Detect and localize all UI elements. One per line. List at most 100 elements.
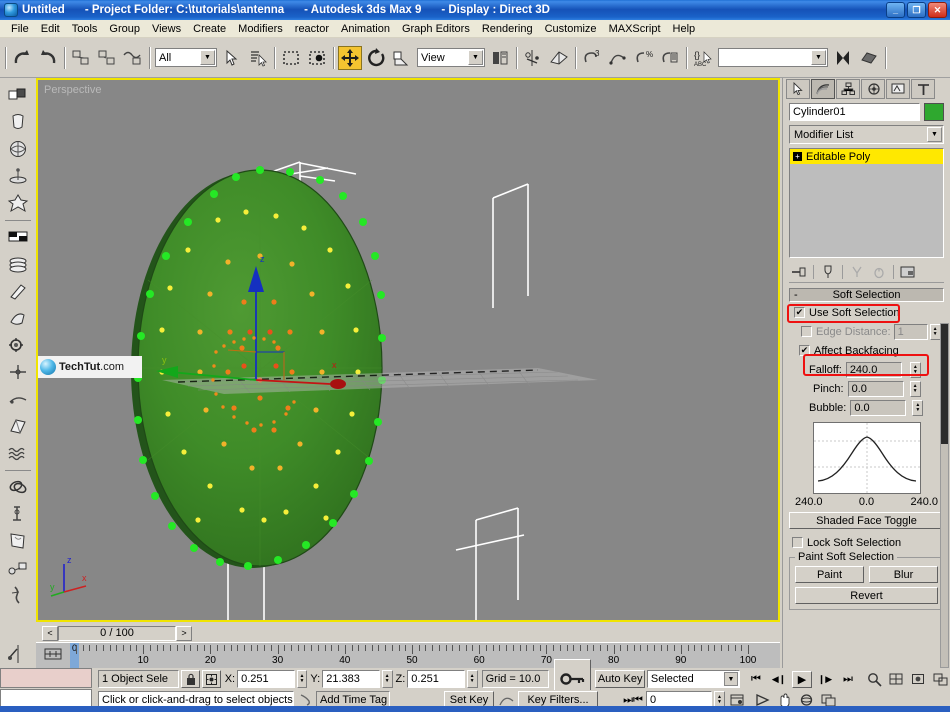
- y-value-input[interactable]: 21.383: [322, 670, 380, 688]
- z-value-input[interactable]: 0.251: [407, 670, 465, 688]
- bind-to-space-warp-icon[interactable]: [121, 46, 145, 70]
- modifier-list-dropdown[interactable]: Modifier List ▼: [789, 125, 944, 144]
- menu-edit[interactable]: Edit: [35, 22, 66, 36]
- align-icon[interactable]: [547, 46, 571, 70]
- goto-start-button[interactable]: ⏮: [746, 671, 766, 688]
- chevron-down-icon[interactable]: ▼: [724, 672, 738, 686]
- menu-file[interactable]: File: [5, 22, 35, 36]
- menu-group[interactable]: Group: [103, 22, 146, 36]
- surface-tools-icon[interactable]: [5, 528, 31, 554]
- curve-editor-icon[interactable]: [606, 46, 630, 70]
- select-object-icon[interactable]: [220, 46, 244, 70]
- select-and-move-icon[interactable]: [338, 45, 362, 70]
- patch-grids-icon[interactable]: [5, 190, 31, 216]
- mirror-bottom-icon[interactable]: [0, 640, 36, 668]
- motion-tab[interactable]: [861, 79, 885, 99]
- unlink-selection-icon[interactable]: [95, 46, 119, 70]
- falloff-row[interactable]: Falloff: 240.0 ▲ ▼: [789, 361, 944, 378]
- chevron-down-icon[interactable]: ▼: [468, 50, 483, 65]
- lock-soft-selection-checkbox[interactable]: [792, 537, 803, 548]
- hierarchy-tab[interactable]: [836, 79, 860, 99]
- falloff-input[interactable]: 240.0: [845, 361, 902, 378]
- redo-icon[interactable]: [36, 46, 60, 70]
- chevron-down-icon[interactable]: ▼: [811, 50, 826, 65]
- absolute-relative-toggle-icon[interactable]: [201, 670, 221, 688]
- lock-soft-selection-row[interactable]: Lock Soft Selection: [789, 534, 944, 551]
- zoom-region-icon[interactable]: [930, 670, 950, 688]
- edge-distance-row[interactable]: Edge Distance: 1 ▲ ▼: [789, 323, 944, 340]
- extended-primitives-icon[interactable]: [5, 109, 31, 135]
- prev-frame-arrow[interactable]: <: [42, 625, 58, 641]
- make-unique-icon[interactable]: [847, 263, 867, 281]
- lock-selection-icon[interactable]: [181, 670, 200, 688]
- show-end-result-icon[interactable]: [818, 263, 838, 281]
- remove-modifier-icon[interactable]: [869, 263, 889, 281]
- systems-icon[interactable]: [5, 582, 31, 608]
- previous-frame-button[interactable]: ◀❙: [769, 671, 789, 688]
- mini-listener-pink[interactable]: [0, 668, 92, 688]
- pin-stack-icon[interactable]: [789, 263, 809, 281]
- z-spinner[interactable]: ▲ ▼: [466, 670, 478, 688]
- select-and-scale-icon[interactable]: [390, 46, 414, 70]
- configure-modifier-sets-icon[interactable]: [898, 263, 918, 281]
- menu-reactor[interactable]: reactor: [289, 22, 335, 36]
- goto-end-button[interactable]: ⏭: [838, 671, 858, 688]
- lights-icon[interactable]: [5, 386, 31, 412]
- command-panel-scrollbar[interactable]: [940, 323, 949, 668]
- gear-helpers-icon[interactable]: [5, 332, 31, 358]
- x-spinner[interactable]: ▲ ▼: [296, 670, 308, 688]
- cameras-icon[interactable]: [5, 359, 31, 385]
- menu-create[interactable]: Create: [187, 22, 232, 36]
- affect-backfacing-row[interactable]: ✔ Affect Backfacing: [789, 342, 944, 359]
- close-button[interactable]: ✕: [928, 2, 947, 18]
- layer-manager-icon[interactable]: 3: [580, 46, 604, 70]
- nurbs-surfaces-icon[interactable]: [5, 224, 31, 250]
- perspective-viewport[interactable]: z y x Perspective TechTut .com z x y: [36, 78, 780, 622]
- create-tab[interactable]: [786, 79, 810, 99]
- undo-icon[interactable]: [10, 46, 34, 70]
- next-frame-button[interactable]: ❙▶: [815, 671, 835, 688]
- open-track-view-icon[interactable]: [40, 642, 66, 666]
- render-scene-icon[interactable]: [831, 46, 855, 70]
- track-bar[interactable]: 0 10 20 30 40 50 60 70 80 90 100: [36, 642, 780, 668]
- select-by-name-icon[interactable]: [246, 46, 270, 70]
- select-and-rotate-icon[interactable]: [364, 46, 388, 70]
- use-soft-selection-row[interactable]: ✔ Use Soft Selection: [789, 304, 944, 321]
- modifier-stack[interactable]: + Editable Poly: [789, 148, 944, 258]
- restore-button[interactable]: ❐: [907, 2, 926, 18]
- menu-help[interactable]: Help: [667, 22, 702, 36]
- scrollbar-thumb[interactable]: [941, 324, 948, 444]
- pinch-input[interactable]: 0.0: [847, 380, 904, 397]
- use-pivot-point-center-icon[interactable]: [488, 46, 512, 70]
- edge-distance-input[interactable]: 1: [893, 323, 928, 340]
- display-tab[interactable]: [886, 79, 910, 99]
- bubble-input[interactable]: 0.0: [850, 399, 907, 416]
- material-editor-icon[interactable]: [658, 46, 682, 70]
- next-frame-arrow[interactable]: >: [176, 625, 192, 641]
- menu-animation[interactable]: Animation: [335, 22, 396, 36]
- x-value-input[interactable]: 0.251: [237, 670, 295, 688]
- utilities-tab[interactable]: [911, 79, 935, 99]
- compound-objects-icon[interactable]: [5, 136, 31, 162]
- use-soft-selection-checkbox[interactable]: ✔: [794, 307, 805, 318]
- key-filter-target-dropdown[interactable]: Selected ▼: [646, 670, 740, 688]
- blur-button[interactable]: Blur: [869, 566, 938, 583]
- windows-icon[interactable]: [5, 278, 31, 304]
- zoom-extents-icon[interactable]: [908, 670, 928, 688]
- schematic-view-icon[interactable]: %: [632, 46, 656, 70]
- expand-plus-icon[interactable]: +: [793, 152, 802, 161]
- object-name-input[interactable]: Cylinder01: [789, 103, 920, 121]
- paint-button[interactable]: Paint: [795, 566, 864, 583]
- torus-knot-icon[interactable]: [5, 474, 31, 500]
- menu-modifiers[interactable]: Modifiers: [232, 22, 289, 36]
- selection-filter-dropdown[interactable]: All ▼: [155, 48, 217, 67]
- rectangular-selection-region-icon[interactable]: [279, 46, 303, 70]
- edge-distance-spinner[interactable]: ▲ ▼: [929, 323, 941, 340]
- bubble-row[interactable]: Bubble: 0.0 ▲ ▼: [789, 399, 944, 416]
- stairs-icon[interactable]: [5, 305, 31, 331]
- named-selection-set-dropdown[interactable]: ▼: [718, 48, 828, 67]
- edge-distance-checkbox[interactable]: [801, 326, 812, 337]
- menu-views[interactable]: Views: [146, 22, 187, 36]
- quick-render-icon[interactable]: [857, 46, 881, 70]
- shaded-face-toggle-button[interactable]: Shaded Face Toggle: [789, 512, 944, 529]
